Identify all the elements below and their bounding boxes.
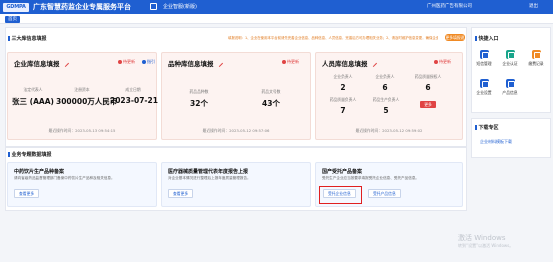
biz-card-tcm-filing: 中药饮片生产品种备案 请向省级药品监督管理部门备案中药饮片生产品种及相关信息。 … [7,162,157,207]
stat-establish-date: 成立日期 2023-07-21 [110,87,158,105]
tab-home[interactable]: 首页 [5,16,20,23]
biz-title: 医疗器械质量管理代表年度报告上报 [168,169,249,175]
stat-quality-manager: 药品质量负责人 7 [329,97,357,115]
personnel-card-title[interactable]: 人员库信息填报 [322,58,377,68]
three-library-section-title: 三大库信息填报 [8,35,47,42]
home-icon[interactable] [150,3,157,10]
alert-icon [118,60,122,64]
biz-title: 中药饮片生产品种备案 [14,169,65,175]
personnel-pending-update-link[interactable]: 待更新 [434,59,451,65]
quick-entry-certification[interactable]: 企业认证 [500,50,520,67]
quick-entry-sms[interactable]: 短信管理 [474,50,494,67]
user-account-name[interactable]: 广州医药广告有限公司 [427,3,472,9]
app-title: 广东智慧药监企业专属服务平台 [33,3,131,11]
stat-enterprise-principal: 企业负责人 2 [333,74,353,92]
enterprise-last-operation-time: 最近操作时间：2023-05-13 09:54:15 [48,128,116,133]
stat-enterprise-head: 企业负责人 6 [375,74,395,92]
certification-icon [505,50,515,59]
stat-production-manager: 药品生产负责人 5 [372,97,400,115]
template-download-link[interactable]: 企业材料模板下载 [480,139,512,145]
portal-switch-link[interactable]: 企业智服(新版) [163,3,197,10]
biz-description: 请向省级药品监督管理部门备案中药饮片生产品种及相关信息。 [14,176,115,180]
biz-title: 国产受托产品备案 [322,169,363,175]
payment-icon [531,50,541,59]
more-instructions-button[interactable]: 更多填报说明 [445,34,465,47]
quick-entry-product[interactable]: 产品信息 [500,79,520,96]
alert-icon [282,60,286,64]
alert-icon [434,60,438,64]
top-navigation-bar: GDMPA 广东智慧药监企业专属服务平台 企业智服(新版) 广州医药广告有限公司… [0,0,553,14]
gdmpa-logo: GDMPA [3,2,29,12]
edit-icon[interactable] [215,59,223,68]
biz-description: 受托生产企业应当按要求填报受托企业信息、受托产品信息。 [322,176,420,180]
enterprise-card-title[interactable]: 企业库信息填报 [14,58,69,68]
variety-pending-update-link[interactable]: 待更新 [282,59,299,65]
quick-entry-payment[interactable]: 缴费记录 [526,50,546,67]
personnel-more-button[interactable]: 更多 [420,101,436,108]
quick-entry-title: 快捷入口 [475,35,499,42]
personnel-library-card: 人员库信息填报 待更新 企业负责人 2 企业负责人 6 药品质量授权人 6 药品… [315,52,463,140]
variety-last-operation-time: 最近操作时间：2023-05-12 09:57:06 [202,128,270,133]
fill-in-notice: 填报说明：1、企业在使用本平台前请先完善企业信息、品种信息、人员信息，完善后方可… [228,36,438,40]
product-icon [505,79,515,88]
download-title: 下载专区 [475,124,499,131]
biz-card-device-annual-report: 医疗器械质量管理代表年度报告上报 对企业基本情况进行整理后上报年度质量管理报告。… [161,162,311,207]
stat-drug-variety-count: 药品品种数 32个 [189,89,209,108]
stat-legal-representative: 法定代表人 张三 (AAA) [12,87,54,106]
enterprise-guide-link[interactable]: 指引 [142,59,155,65]
highlight-box [319,186,362,204]
stat-quality-authorized-person: 药品质量授权人 6 [414,74,442,92]
view-more-button[interactable]: 查看更多 [14,189,40,198]
quick-entry-settings[interactable]: 企业设置 [474,79,494,96]
variety-card-title[interactable]: 品种库信息填报 [168,58,223,68]
variety-library-card: 品种库信息填报 待更新 药品品种数 32个 药品文号数 43个 最近操作时间：2… [161,52,311,140]
view-more-button[interactable]: 查看更多 [168,189,194,198]
edit-icon[interactable] [61,59,69,68]
enterprise-pending-update-link[interactable]: 待更新 [118,59,135,65]
logout-button[interactable]: 退出 [529,3,538,9]
business-section-title: 业务专题数据填报 [8,151,52,158]
enterprise-library-card: 企业库信息填报 待更新 指引 法定代表人 张三 (AAA) 注册资本 30000… [7,52,158,140]
windows-activation-hint: 转到“设置”以激活 Windows。 [458,243,514,248]
stat-drug-approval-count: 药品文号数 43个 [261,89,281,108]
entrusted-product-info-button[interactable]: 受托产品信息 [368,189,401,198]
message-icon [479,50,489,59]
personnel-last-operation-time: 最近操作时间：2023-05-12 09:59:02 [355,128,423,133]
windows-activation-watermark: 激活 Windows [458,234,506,242]
stat-registered-capital: 注册资本 300000万人民币 [56,87,118,106]
tab-bar: 首页 [0,14,553,24]
edit-icon[interactable] [369,59,377,68]
biz-description: 对企业基本情况进行整理后上报年度质量管理报告。 [168,176,251,180]
settings-icon [479,79,489,88]
info-icon [142,60,146,64]
